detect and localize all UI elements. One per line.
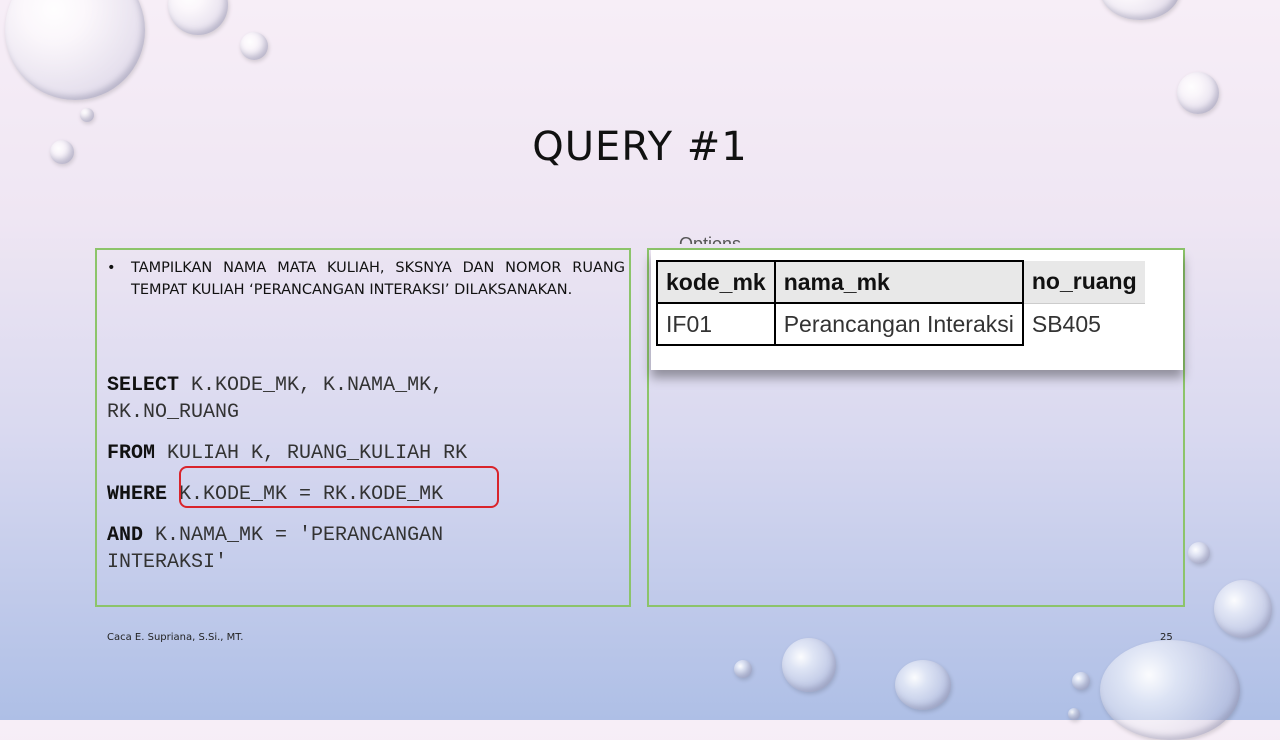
- cell-kode-mk: IF01: [656, 302, 776, 346]
- sql-select-line: SELECT K.KODE_MK, K.NAMA_MK, RK.NO_RUANG: [107, 372, 622, 426]
- sql-from-line: FROM KULIAH K, RUANG_KULIAH RK: [107, 440, 622, 467]
- table-row: IF01 Perancangan Interaksi SB405: [656, 302, 1145, 346]
- sql-keyword-where: WHERE: [107, 483, 168, 506]
- bubble-decoration: [5, 0, 145, 100]
- bubble-decoration: [168, 0, 228, 35]
- result-header-row: kode_mk nama_mk no_ruang: [656, 260, 1145, 304]
- sql-from-tables: KULIAH K, RUANG_KULIAH RK: [167, 442, 468, 465]
- cell-no-ruang: SB405: [1031, 310, 1101, 337]
- sql-select-columns-cont: RK.NO_RUANG: [107, 401, 240, 424]
- bubble-decoration: [1100, 640, 1240, 740]
- sql-keyword-from: FROM: [107, 442, 156, 465]
- bubble-decoration: [1188, 542, 1210, 564]
- sql-and-condition-cont: INTERAKSI': [107, 551, 228, 574]
- query-result-screenshot: Options kode_mk nama_mk no_ruang IF01 Pe…: [651, 236, 1183, 370]
- footer-author: Caca E. Supriana, S.Si., MT.: [107, 632, 244, 643]
- column-header-kode-mk: kode_mk: [656, 260, 776, 304]
- slide-title: QUERY #1: [532, 124, 748, 170]
- bubble-decoration: [1068, 708, 1080, 720]
- bubble-decoration: [240, 32, 268, 60]
- bullet-item: • Tampilkan nama mata kuliah, sksnya dan…: [107, 257, 625, 301]
- sql-and-line: AND K.NAMA_MK = 'PERANCANGAN INTERAKSI': [107, 522, 622, 576]
- bubble-decoration: [782, 638, 836, 692]
- left-content-panel: • Tampilkan nama mata kuliah, sksnya dan…: [95, 248, 631, 607]
- page-number: 25: [1160, 632, 1173, 643]
- join-condition-highlight: [179, 466, 499, 508]
- bubble-decoration: [80, 108, 94, 122]
- bullet-symbol: •: [107, 260, 116, 276]
- sql-keyword-and: AND: [107, 524, 144, 547]
- column-header-no-ruang: no_ruang: [1022, 261, 1145, 304]
- options-label-cut: Options: [679, 236, 741, 244]
- sql-keyword-select: SELECT: [107, 374, 180, 397]
- bullet-text: Tampilkan nama mata kuliah, sksnya dan n…: [131, 260, 625, 298]
- bubble-decoration: [1214, 580, 1272, 638]
- sql-select-columns: K.KODE_MK, K.NAMA_MK,: [191, 374, 444, 397]
- bubble-decoration: [895, 660, 951, 710]
- bubble-decoration: [1072, 672, 1090, 690]
- column-header-nama-mk: nama_mk: [773, 260, 1024, 304]
- sql-and-condition: K.NAMA_MK = 'PERANCANGAN: [155, 524, 444, 547]
- bubble-decoration: [1177, 72, 1219, 114]
- bubble-decoration: [734, 660, 752, 678]
- bubble-decoration: [1100, 0, 1180, 20]
- result-table: kode_mk nama_mk no_ruang IF01 Perancanga…: [656, 260, 1145, 346]
- cell-nama-mk: Perancangan Interaksi: [773, 302, 1024, 346]
